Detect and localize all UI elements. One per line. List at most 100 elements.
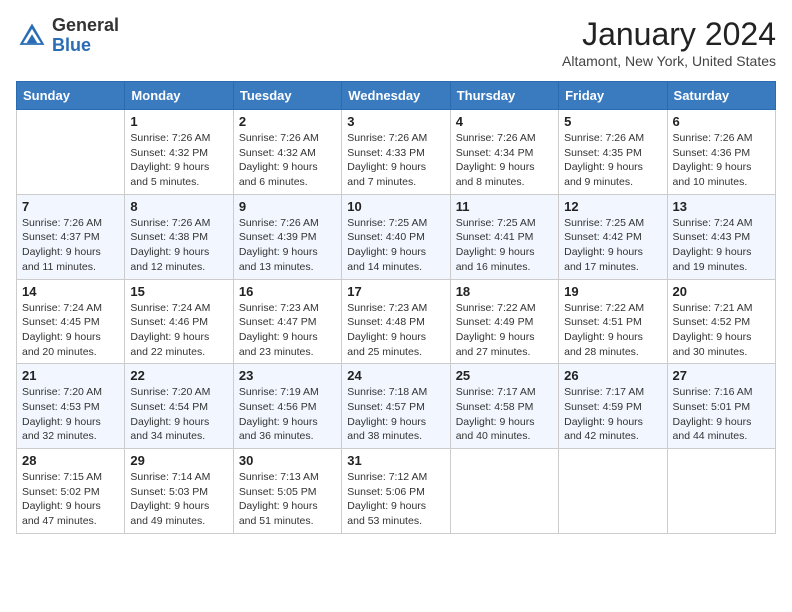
cell-details: Sunrise: 7:16 AMSunset: 5:01 PMDaylight:… xyxy=(673,385,770,444)
cell-details: Sunrise: 7:22 AMSunset: 4:51 PMDaylight:… xyxy=(564,301,661,360)
day-number: 22 xyxy=(130,368,227,383)
calendar-cell xyxy=(667,449,775,534)
cell-details: Sunrise: 7:26 AMSunset: 4:33 PMDaylight:… xyxy=(347,131,444,190)
title-section: January 2024 Altamont, New York, United … xyxy=(562,16,776,69)
calendar-cell: 26Sunrise: 7:17 AMSunset: 4:59 PMDayligh… xyxy=(559,364,667,449)
weekday-header-tuesday: Tuesday xyxy=(233,82,341,110)
calendar-cell xyxy=(450,449,558,534)
cell-details: Sunrise: 7:17 AMSunset: 4:59 PMDaylight:… xyxy=(564,385,661,444)
day-number: 11 xyxy=(456,199,553,214)
calendar-cell: 5 Sunrise: 7:26 AMSunset: 4:35 PMDaylight… xyxy=(559,110,667,195)
weekday-header-wednesday: Wednesday xyxy=(342,82,450,110)
calendar-cell: 8 Sunrise: 7:26 AMSunset: 4:38 PMDaylight… xyxy=(125,194,233,279)
logo-blue-text: Blue xyxy=(52,36,119,56)
calendar-cell: 25Sunrise: 7:17 AMSunset: 4:58 PMDayligh… xyxy=(450,364,558,449)
calendar-cell: 10 Sunrise: 7:25 AMSunset: 4:40 PMDayligh… xyxy=(342,194,450,279)
cell-details: Sunrise: 7:26 AMSunset: 4:36 PMDaylight:… xyxy=(673,131,770,190)
calendar-cell: 1Sunrise: 7:26 AMSunset: 4:32 PMDaylight… xyxy=(125,110,233,195)
cell-details: Sunrise: 7:25 AMSunset: 4:40 PMDaylight:… xyxy=(347,216,444,275)
cell-details: Sunrise: 7:26 AMSunset: 4:37 PMDaylight:… xyxy=(22,216,119,275)
day-number: 23 xyxy=(239,368,336,383)
calendar-cell: 14 Sunrise: 7:24 AMSunset: 4:45 PMDayligh… xyxy=(17,279,125,364)
day-number: 17 xyxy=(347,284,444,299)
weekday-header-row: SundayMondayTuesdayWednesdayThursdayFrid… xyxy=(17,82,776,110)
day-number: 5 xyxy=(564,114,661,129)
calendar-cell: 19Sunrise: 7:22 AMSunset: 4:51 PMDayligh… xyxy=(559,279,667,364)
day-number: 18 xyxy=(456,284,553,299)
calendar-cell: 9Sunrise: 7:26 AMSunset: 4:39 PMDaylight… xyxy=(233,194,341,279)
location: Altamont, New York, United States xyxy=(562,53,776,69)
cell-details: Sunrise: 7:23 AMSunset: 4:47 PMDaylight:… xyxy=(239,301,336,360)
calendar-cell: 29Sunrise: 7:14 AMSunset: 5:03 PMDayligh… xyxy=(125,449,233,534)
day-number: 15 xyxy=(130,284,227,299)
cell-details: Sunrise: 7:12 AMSunset: 5:06 PMDaylight:… xyxy=(347,470,444,529)
calendar-cell: 24 Sunrise: 7:18 AMSunset: 4:57 PMDayligh… xyxy=(342,364,450,449)
calendar-cell: 27 Sunrise: 7:16 AMSunset: 5:01 PMDayligh… xyxy=(667,364,775,449)
day-number: 27 xyxy=(673,368,770,383)
day-number: 13 xyxy=(673,199,770,214)
day-number: 30 xyxy=(239,453,336,468)
weekday-header-monday: Monday xyxy=(125,82,233,110)
calendar-week-3: 14 Sunrise: 7:24 AMSunset: 4:45 PMDayligh… xyxy=(17,279,776,364)
day-number: 14 xyxy=(22,284,119,299)
cell-details: Sunrise: 7:18 AMSunset: 4:57 PMDaylight:… xyxy=(347,385,444,444)
calendar-cell: 20 Sunrise: 7:21 AMSunset: 4:52 PMDayligh… xyxy=(667,279,775,364)
cell-details: Sunrise: 7:17 AMSunset: 4:58 PMDaylight:… xyxy=(456,385,553,444)
calendar-cell: 28 Sunrise: 7:15 AMSunset: 5:02 PMDayligh… xyxy=(17,449,125,534)
calendar-week-1: 1Sunrise: 7:26 AMSunset: 4:32 PMDaylight… xyxy=(17,110,776,195)
cell-details: Sunrise: 7:20 AMSunset: 4:53 PMDaylight:… xyxy=(22,385,119,444)
calendar-cell: 3 Sunrise: 7:26 AMSunset: 4:33 PMDaylight… xyxy=(342,110,450,195)
day-number: 2 xyxy=(239,114,336,129)
day-number: 7 xyxy=(22,199,119,214)
calendar-table: SundayMondayTuesdayWednesdayThursdayFrid… xyxy=(16,81,776,534)
calendar-week-2: 7 Sunrise: 7:26 AMSunset: 4:37 PMDaylight… xyxy=(17,194,776,279)
calendar-cell: 4Sunrise: 7:26 AMSunset: 4:34 PMDaylight… xyxy=(450,110,558,195)
cell-details: Sunrise: 7:25 AMSunset: 4:42 PMDaylight:… xyxy=(564,216,661,275)
calendar-cell: 30 Sunrise: 7:13 AMSunset: 5:05 PMDayligh… xyxy=(233,449,341,534)
cell-details: Sunrise: 7:26 AMSunset: 4:35 PMDaylight:… xyxy=(564,131,661,190)
logo: General Blue xyxy=(16,16,119,56)
header: General Blue January 2024 Altamont, New … xyxy=(16,16,776,69)
cell-details: Sunrise: 7:19 AMSunset: 4:56 PMDaylight:… xyxy=(239,385,336,444)
day-number: 21 xyxy=(22,368,119,383)
cell-details: Sunrise: 7:26 AMSunset: 4:32 AMDaylight:… xyxy=(239,131,336,190)
calendar-cell: 23 Sunrise: 7:19 AMSunset: 4:56 PMDayligh… xyxy=(233,364,341,449)
cell-details: Sunrise: 7:15 AMSunset: 5:02 PMDaylight:… xyxy=(22,470,119,529)
calendar-cell xyxy=(559,449,667,534)
cell-details: Sunrise: 7:24 AMSunset: 4:46 PMDaylight:… xyxy=(130,301,227,360)
calendar-cell: 15 Sunrise: 7:24 AMSunset: 4:46 PMDayligh… xyxy=(125,279,233,364)
day-number: 29 xyxy=(130,453,227,468)
day-number: 3 xyxy=(347,114,444,129)
day-number: 12 xyxy=(564,199,661,214)
calendar-cell: 7 Sunrise: 7:26 AMSunset: 4:37 PMDaylight… xyxy=(17,194,125,279)
cell-details: Sunrise: 7:24 AMSunset: 4:43 PMDaylight:… xyxy=(673,216,770,275)
day-number: 24 xyxy=(347,368,444,383)
calendar-cell: 22 Sunrise: 7:20 AMSunset: 4:54 PMDayligh… xyxy=(125,364,233,449)
calendar-cell: 13 Sunrise: 7:24 AMSunset: 4:43 PMDayligh… xyxy=(667,194,775,279)
calendar-cell: 11 Sunrise: 7:25 AMSunset: 4:41 PMDayligh… xyxy=(450,194,558,279)
day-number: 28 xyxy=(22,453,119,468)
cell-details: Sunrise: 7:24 AMSunset: 4:45 PMDaylight:… xyxy=(22,301,119,360)
cell-details: Sunrise: 7:22 AMSunset: 4:49 PMDaylight:… xyxy=(456,301,553,360)
cell-details: Sunrise: 7:26 AMSunset: 4:38 PMDaylight:… xyxy=(130,216,227,275)
day-number: 10 xyxy=(347,199,444,214)
cell-details: Sunrise: 7:26 AMSunset: 4:32 PMDaylight:… xyxy=(130,131,227,190)
calendar-cell: 12 Sunrise: 7:25 AMSunset: 4:42 PMDayligh… xyxy=(559,194,667,279)
day-number: 8 xyxy=(130,199,227,214)
weekday-header-friday: Friday xyxy=(559,82,667,110)
cell-details: Sunrise: 7:23 AMSunset: 4:48 PMDaylight:… xyxy=(347,301,444,360)
day-number: 20 xyxy=(673,284,770,299)
calendar-cell xyxy=(17,110,125,195)
calendar-cell: 6Sunrise: 7:26 AMSunset: 4:36 PMDaylight… xyxy=(667,110,775,195)
calendar-cell: 31Sunrise: 7:12 AMSunset: 5:06 PMDayligh… xyxy=(342,449,450,534)
day-number: 9 xyxy=(239,199,336,214)
weekday-header-saturday: Saturday xyxy=(667,82,775,110)
cell-details: Sunrise: 7:25 AMSunset: 4:41 PMDaylight:… xyxy=(456,216,553,275)
calendar-body: 1Sunrise: 7:26 AMSunset: 4:32 PMDaylight… xyxy=(17,110,776,534)
cell-details: Sunrise: 7:21 AMSunset: 4:52 PMDaylight:… xyxy=(673,301,770,360)
calendar-cell: 18 Sunrise: 7:22 AMSunset: 4:49 PMDayligh… xyxy=(450,279,558,364)
cell-details: Sunrise: 7:20 AMSunset: 4:54 PMDaylight:… xyxy=(130,385,227,444)
cell-details: Sunrise: 7:13 AMSunset: 5:05 PMDaylight:… xyxy=(239,470,336,529)
calendar-cell: 2 Sunrise: 7:26 AMSunset: 4:32 AMDaylight… xyxy=(233,110,341,195)
logo-general-text: General xyxy=(52,16,119,36)
